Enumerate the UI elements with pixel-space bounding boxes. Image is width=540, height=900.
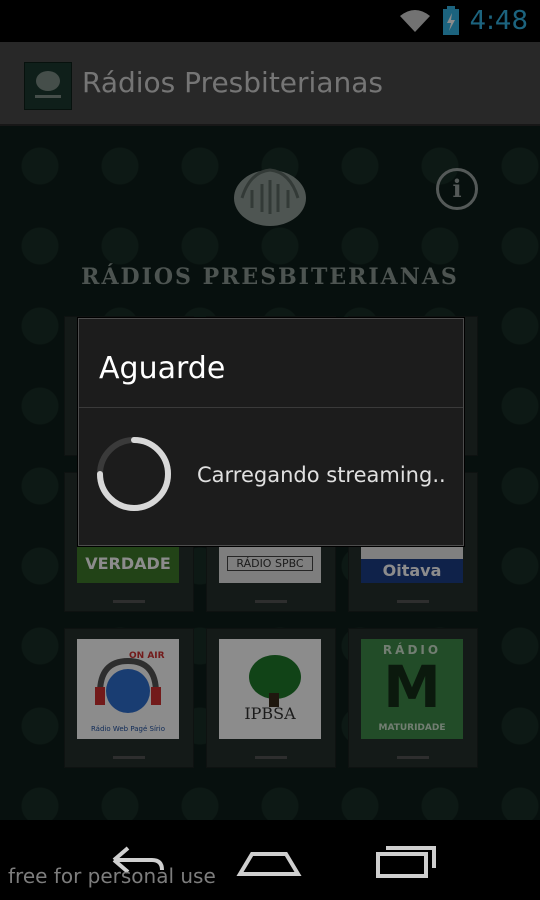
dialog-message: Carregando streaming.. [197,463,446,487]
dialog-title: Aguarde [99,351,226,386]
loading-dialog: Aguarde Carregando streaming.. [78,318,464,546]
recents-icon[interactable] [370,840,440,880]
loading-spinner-icon [97,437,171,511]
navigation-bar [0,820,540,900]
home-icon[interactable] [234,840,304,880]
dialog-divider [79,407,463,408]
watermark-text: free for personal use [8,864,216,888]
